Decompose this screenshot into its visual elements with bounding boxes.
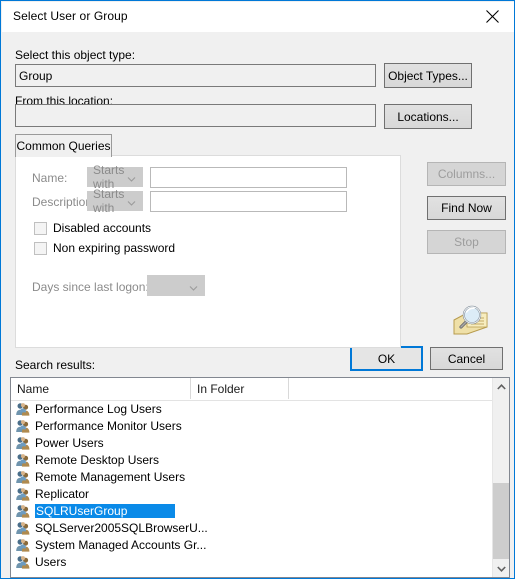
scroll-down-arrow-icon[interactable] bbox=[493, 560, 509, 577]
group-icon bbox=[15, 503, 31, 519]
row-name: Performance Monitor Users bbox=[35, 418, 182, 433]
row-name: Replicator bbox=[35, 486, 90, 501]
group-icon bbox=[15, 418, 31, 434]
title-bar: Select User or Group bbox=[2, 2, 514, 32]
disabled-accounts-checkbox[interactable]: Disabled accounts bbox=[34, 221, 151, 235]
scrollbar-thumb[interactable] bbox=[493, 483, 509, 559]
description-operator-select[interactable]: Starts with bbox=[87, 187, 143, 215]
table-row[interactable]: SQLServer2005SQLBrowserU... bbox=[11, 519, 494, 536]
cancel-button[interactable]: Cancel bbox=[430, 347, 503, 370]
tab-strip: Common Queries bbox=[15, 134, 401, 157]
chevron-down-icon bbox=[127, 197, 136, 206]
table-row[interactable]: SQLRUserGroup bbox=[11, 502, 494, 519]
group-icon bbox=[15, 520, 31, 536]
row-name: Power Users bbox=[35, 435, 104, 450]
table-row[interactable]: Replicator bbox=[11, 485, 494, 502]
name-operator-select[interactable]: Starts with bbox=[87, 163, 143, 191]
days-since-logon-select[interactable] bbox=[147, 275, 205, 296]
select-user-or-group-dialog: Select User or Group Select this object … bbox=[0, 0, 515, 579]
row-name: Remote Management Users bbox=[35, 469, 186, 484]
group-icon bbox=[15, 469, 31, 485]
non-expiring-password-checkbox[interactable]: Non expiring password bbox=[34, 241, 175, 255]
row-name: System Managed Accounts Gr... bbox=[35, 537, 207, 552]
name-label: Name: bbox=[32, 171, 68, 185]
object-types-button[interactable]: Object Types... bbox=[384, 63, 472, 88]
list-column-header: Name In Folder bbox=[11, 378, 509, 401]
group-icon bbox=[15, 554, 31, 570]
table-row[interactable]: Users bbox=[11, 553, 494, 570]
column-header-filler bbox=[289, 378, 493, 399]
search-results-list: Name In Folder Performance Log Users Per… bbox=[10, 377, 510, 578]
group-icon bbox=[15, 486, 31, 502]
find-now-button[interactable]: Find Now bbox=[427, 196, 506, 220]
row-name: Performance Log Users bbox=[35, 401, 162, 416]
common-queries-panel: Name: Starts with Description: Starts wi… bbox=[15, 155, 401, 348]
column-header-in-folder[interactable]: In Folder bbox=[191, 378, 289, 399]
chevron-down-icon bbox=[127, 173, 136, 182]
row-name: SQLRUserGroup bbox=[35, 503, 176, 518]
magnifier-folder-icon bbox=[449, 300, 489, 338]
object-type-label: Select this object type: bbox=[15, 48, 136, 62]
table-row[interactable]: Performance Monitor Users bbox=[11, 417, 494, 434]
group-icon bbox=[15, 537, 31, 553]
tab-common-queries[interactable]: Common Queries bbox=[15, 134, 112, 157]
checkbox-icon bbox=[34, 221, 47, 235]
table-row[interactable]: Performance Log Users bbox=[11, 400, 494, 417]
locations-button[interactable]: Locations... bbox=[384, 104, 472, 129]
column-header-name[interactable]: Name bbox=[11, 378, 191, 399]
table-row[interactable]: Remote Management Users bbox=[11, 468, 494, 485]
vertical-scrollbar[interactable] bbox=[492, 378, 509, 577]
name-input[interactable] bbox=[150, 167, 347, 188]
stop-button[interactable]: Stop bbox=[427, 230, 506, 254]
search-results-label: Search results: bbox=[15, 358, 96, 372]
list-rows-container: Performance Log Users Performance Monito… bbox=[11, 400, 494, 577]
table-row[interactable]: Remote Desktop Users bbox=[11, 451, 494, 468]
description-input[interactable] bbox=[150, 191, 347, 212]
non-expiring-password-label: Non expiring password bbox=[53, 241, 176, 255]
table-row[interactable]: System Managed Accounts Gr... bbox=[11, 536, 494, 553]
row-name: SQLServer2005SQLBrowserU... bbox=[35, 520, 208, 535]
table-row[interactable]: Power Users bbox=[11, 434, 494, 451]
checkbox-icon bbox=[34, 241, 47, 255]
row-name: Remote Desktop Users bbox=[35, 452, 160, 467]
row-name: Users bbox=[35, 554, 67, 569]
description-label: Description: bbox=[32, 195, 96, 209]
ok-button[interactable]: OK bbox=[350, 346, 423, 371]
chevron-down-icon bbox=[189, 281, 198, 291]
description-operator-value: Starts with bbox=[93, 187, 125, 215]
disabled-accounts-label: Disabled accounts bbox=[53, 221, 152, 235]
group-icon bbox=[15, 435, 31, 451]
dialog-body: Select this object type: Group Object Ty… bbox=[2, 32, 514, 578]
object-type-input[interactable]: Group bbox=[15, 64, 376, 87]
group-icon bbox=[15, 452, 31, 468]
window-title: Select User or Group bbox=[13, 9, 128, 23]
location-input[interactable] bbox=[15, 104, 376, 127]
columns-button[interactable]: Columns... bbox=[427, 162, 506, 186]
scroll-up-arrow-icon[interactable] bbox=[493, 378, 509, 395]
days-since-logon-label: Days since last logon: bbox=[32, 280, 149, 294]
group-icon bbox=[15, 401, 31, 417]
close-icon[interactable] bbox=[470, 2, 514, 31]
